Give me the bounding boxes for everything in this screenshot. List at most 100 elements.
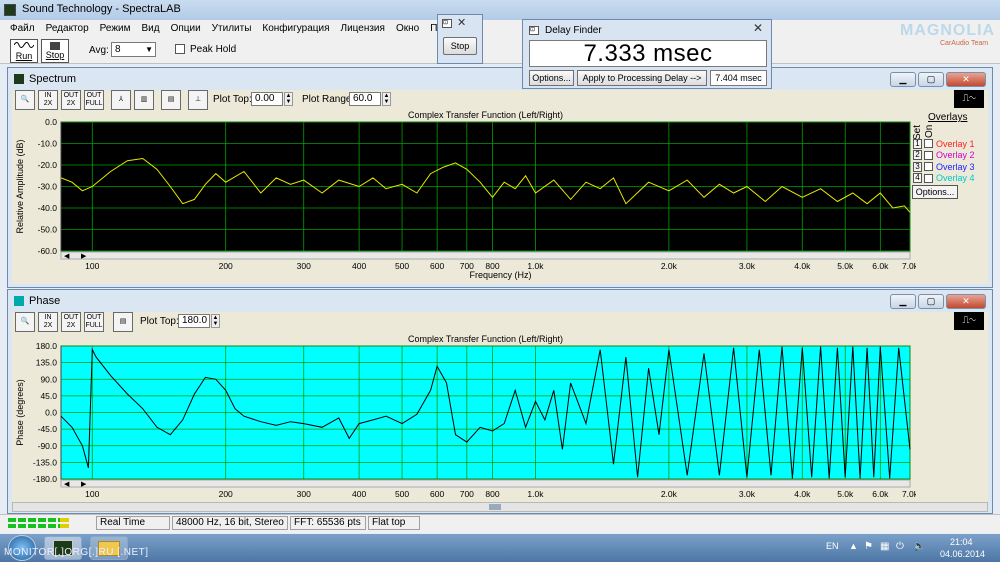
spectrum-plot-top-input[interactable]: 0.00 xyxy=(251,92,283,106)
overlay-set-button[interactable]: 1 xyxy=(913,138,922,149)
scrollbar-thumb[interactable] xyxy=(489,504,501,510)
x-tick-label: 6.0k xyxy=(872,489,889,499)
y-axis-label: Phase (degrees) xyxy=(15,379,25,446)
tray-network-icon[interactable]: ▦ xyxy=(880,541,889,552)
spectrum-mode-icon[interactable]: ⎍∿ xyxy=(954,90,984,108)
phase-mode-icon[interactable]: ⎍∿ xyxy=(954,312,984,330)
magnolia-sub: CarAudio Team xyxy=(940,40,989,47)
phase-minimize-button[interactable]: ▁ xyxy=(890,294,916,309)
menu-license[interactable]: Лицензия xyxy=(341,23,385,37)
tray-volume-icon[interactable]: 🔈 xyxy=(913,541,925,552)
menu-window[interactable]: Окно xyxy=(396,23,419,37)
line-plot-icon[interactable]: ⅄ xyxy=(111,90,131,110)
x-axis-label: Frequency (Hz) xyxy=(469,270,531,280)
scroll-left-arrow: ◀ xyxy=(64,481,70,488)
zoom-in-2x-icon[interactable]: IN 2X xyxy=(38,90,58,110)
x-tick-label: 7.0k xyxy=(902,261,916,271)
menu-file[interactable]: Файл xyxy=(10,23,35,37)
overlay-label: Overlay 1 xyxy=(936,138,975,149)
menu-utilities[interactable]: Утилиты xyxy=(212,23,252,37)
peak-hold-checkbox[interactable] xyxy=(175,44,185,54)
avg-select[interactable]: 8 ▼ xyxy=(111,42,156,57)
phase-plot-top-label: Plot Top: xyxy=(140,316,179,327)
phase-zoom-out-2x-icon[interactable]: OUT 2X xyxy=(61,312,81,332)
overlay-row: 3 Overlay 3 xyxy=(913,161,975,172)
plot-range-input[interactable]: 60.0 xyxy=(349,92,381,106)
x-tick-label: 3.0k xyxy=(739,489,756,499)
magnolia-logo: MAGNOLIA CarAudio Team xyxy=(900,22,995,52)
overlay-checkbox[interactable] xyxy=(924,150,933,160)
tray-flag-icon[interactable]: ⚑ xyxy=(864,541,873,552)
phase-maximize-button[interactable]: ▢ xyxy=(918,294,944,309)
spectrum-minimize-button[interactable]: ▁ xyxy=(890,72,916,87)
y-tick-label: -90.0 xyxy=(38,441,58,451)
phase-zoom-in-2x-icon[interactable]: IN 2X xyxy=(38,312,58,332)
tray-arrow-icon[interactable]: ▲ xyxy=(849,541,858,551)
phase-plot-top-spinner[interactable]: ▲ ▼ xyxy=(211,314,220,328)
overlay-row: 4 Overlay 4 xyxy=(913,173,975,184)
taskbar-watermark: MONITOR[.]ORG[.]RU [.NET] xyxy=(4,547,149,558)
app-title: Sound Technology - SpectraLAB xyxy=(22,3,181,15)
stop-dialog-icon: ⊡ xyxy=(442,19,452,28)
status-format: 48000 Hz, 16 bit, Stereo xyxy=(172,516,288,530)
status-window: Flat top xyxy=(368,516,420,530)
spectrum-panel: 🔍 IN 2X OUT 2X OUT FULL ⅄ ▥ ▤ ⊥ Plot Top: 0… xyxy=(12,90,988,284)
overlay-set-button[interactable]: 3 xyxy=(913,161,922,172)
delay-options-button[interactable]: Options... xyxy=(529,70,574,86)
x-tick-label: 600 xyxy=(430,261,444,271)
overlay-checkbox[interactable] xyxy=(924,173,933,183)
avg-label: Avg: xyxy=(89,45,109,56)
language-indicator[interactable]: EN xyxy=(826,541,839,551)
spectrum-plot-top-spinner[interactable]: ▲ ▼ xyxy=(284,92,293,106)
settings-icon[interactable]: ▤ xyxy=(161,90,181,110)
y-tick-label: -45.0 xyxy=(38,424,58,434)
menu-edit[interactable]: Редактор xyxy=(46,23,89,37)
spectrum-maximize-button[interactable]: ▢ xyxy=(918,72,944,87)
overlay-set-button[interactable]: 4 xyxy=(913,173,922,183)
app-titlebar: Sound Technology - SpectraLAB xyxy=(0,0,1000,20)
overlay-options-button[interactable]: Options... xyxy=(912,185,958,199)
phase-settings-icon[interactable]: ▤ xyxy=(113,312,133,332)
run-button[interactable]: Run xyxy=(10,39,38,63)
overlay-label: Overlay 4 xyxy=(936,173,975,183)
spectrum-title: Spectrum xyxy=(29,73,77,85)
x-tick-label: 400 xyxy=(352,489,366,499)
y-tick-label: 180.0 xyxy=(36,341,58,351)
overlay-checkbox[interactable] xyxy=(924,139,933,148)
menu-config[interactable]: Конфигурация xyxy=(262,23,329,37)
zoom-full-icon[interactable]: OUT FULL xyxy=(84,90,104,110)
phase-close-button[interactable]: ✕ xyxy=(946,294,986,309)
menu-mode[interactable]: Режим xyxy=(100,23,131,37)
zoom-out-2x-icon[interactable]: OUT 2X xyxy=(61,90,81,110)
stop-square-icon xyxy=(50,42,60,50)
stop-dialog: ⊡ ✕ Stop xyxy=(437,14,483,64)
overlay-checkbox[interactable] xyxy=(924,162,933,171)
phase-window-icon xyxy=(14,296,24,306)
phase-plot-top-input[interactable]: 180.0 xyxy=(178,314,210,328)
marker-icon[interactable]: ⊥ xyxy=(188,90,208,110)
menu-view[interactable]: Вид xyxy=(141,23,159,37)
clock-time[interactable]: 21:04 xyxy=(950,537,973,547)
bar-plot-icon[interactable]: ▥ xyxy=(134,90,154,110)
phase-title: Phase xyxy=(29,295,61,307)
phase-zoom-full-icon[interactable]: OUT FULL xyxy=(84,312,104,332)
stop-toolbar-button[interactable]: Stop xyxy=(41,39,69,63)
zoom-icon[interactable]: 🔍 xyxy=(15,90,35,110)
spectrum-window: Spectrum ▁ ▢ ✕ 🔍 IN 2X OUT 2X OUT FULL ⅄ ▥ … xyxy=(7,67,993,288)
menu-options[interactable]: Опции xyxy=(171,23,201,37)
app-logo-icon xyxy=(4,4,16,16)
overlay-set-button[interactable]: 2 xyxy=(913,150,922,160)
apply-delay-button[interactable]: Apply to Processing Delay --> xyxy=(577,70,707,86)
stop-dialog-close[interactable]: ✕ xyxy=(457,16,466,29)
spectrum-close-button[interactable]: ✕ xyxy=(946,72,986,87)
plot-range-spinner[interactable]: ▲ ▼ xyxy=(382,92,391,106)
delay-finder-close[interactable]: ✕ xyxy=(753,21,763,35)
horizontal-scrollbar[interactable] xyxy=(12,502,988,512)
delay-value-display: 7.333 msec xyxy=(529,40,767,67)
clock-date[interactable]: 04.06.2014 xyxy=(940,549,985,559)
tray-power-icon[interactable]: ⏻ xyxy=(896,541,904,552)
stop-dialog-button[interactable]: Stop xyxy=(443,37,477,55)
spectrum-window-icon xyxy=(14,74,24,84)
phase-chart: Complex Transfer Function (Left/Right) 18… xyxy=(15,334,916,499)
phase-zoom-icon[interactable]: 🔍 xyxy=(15,312,35,332)
